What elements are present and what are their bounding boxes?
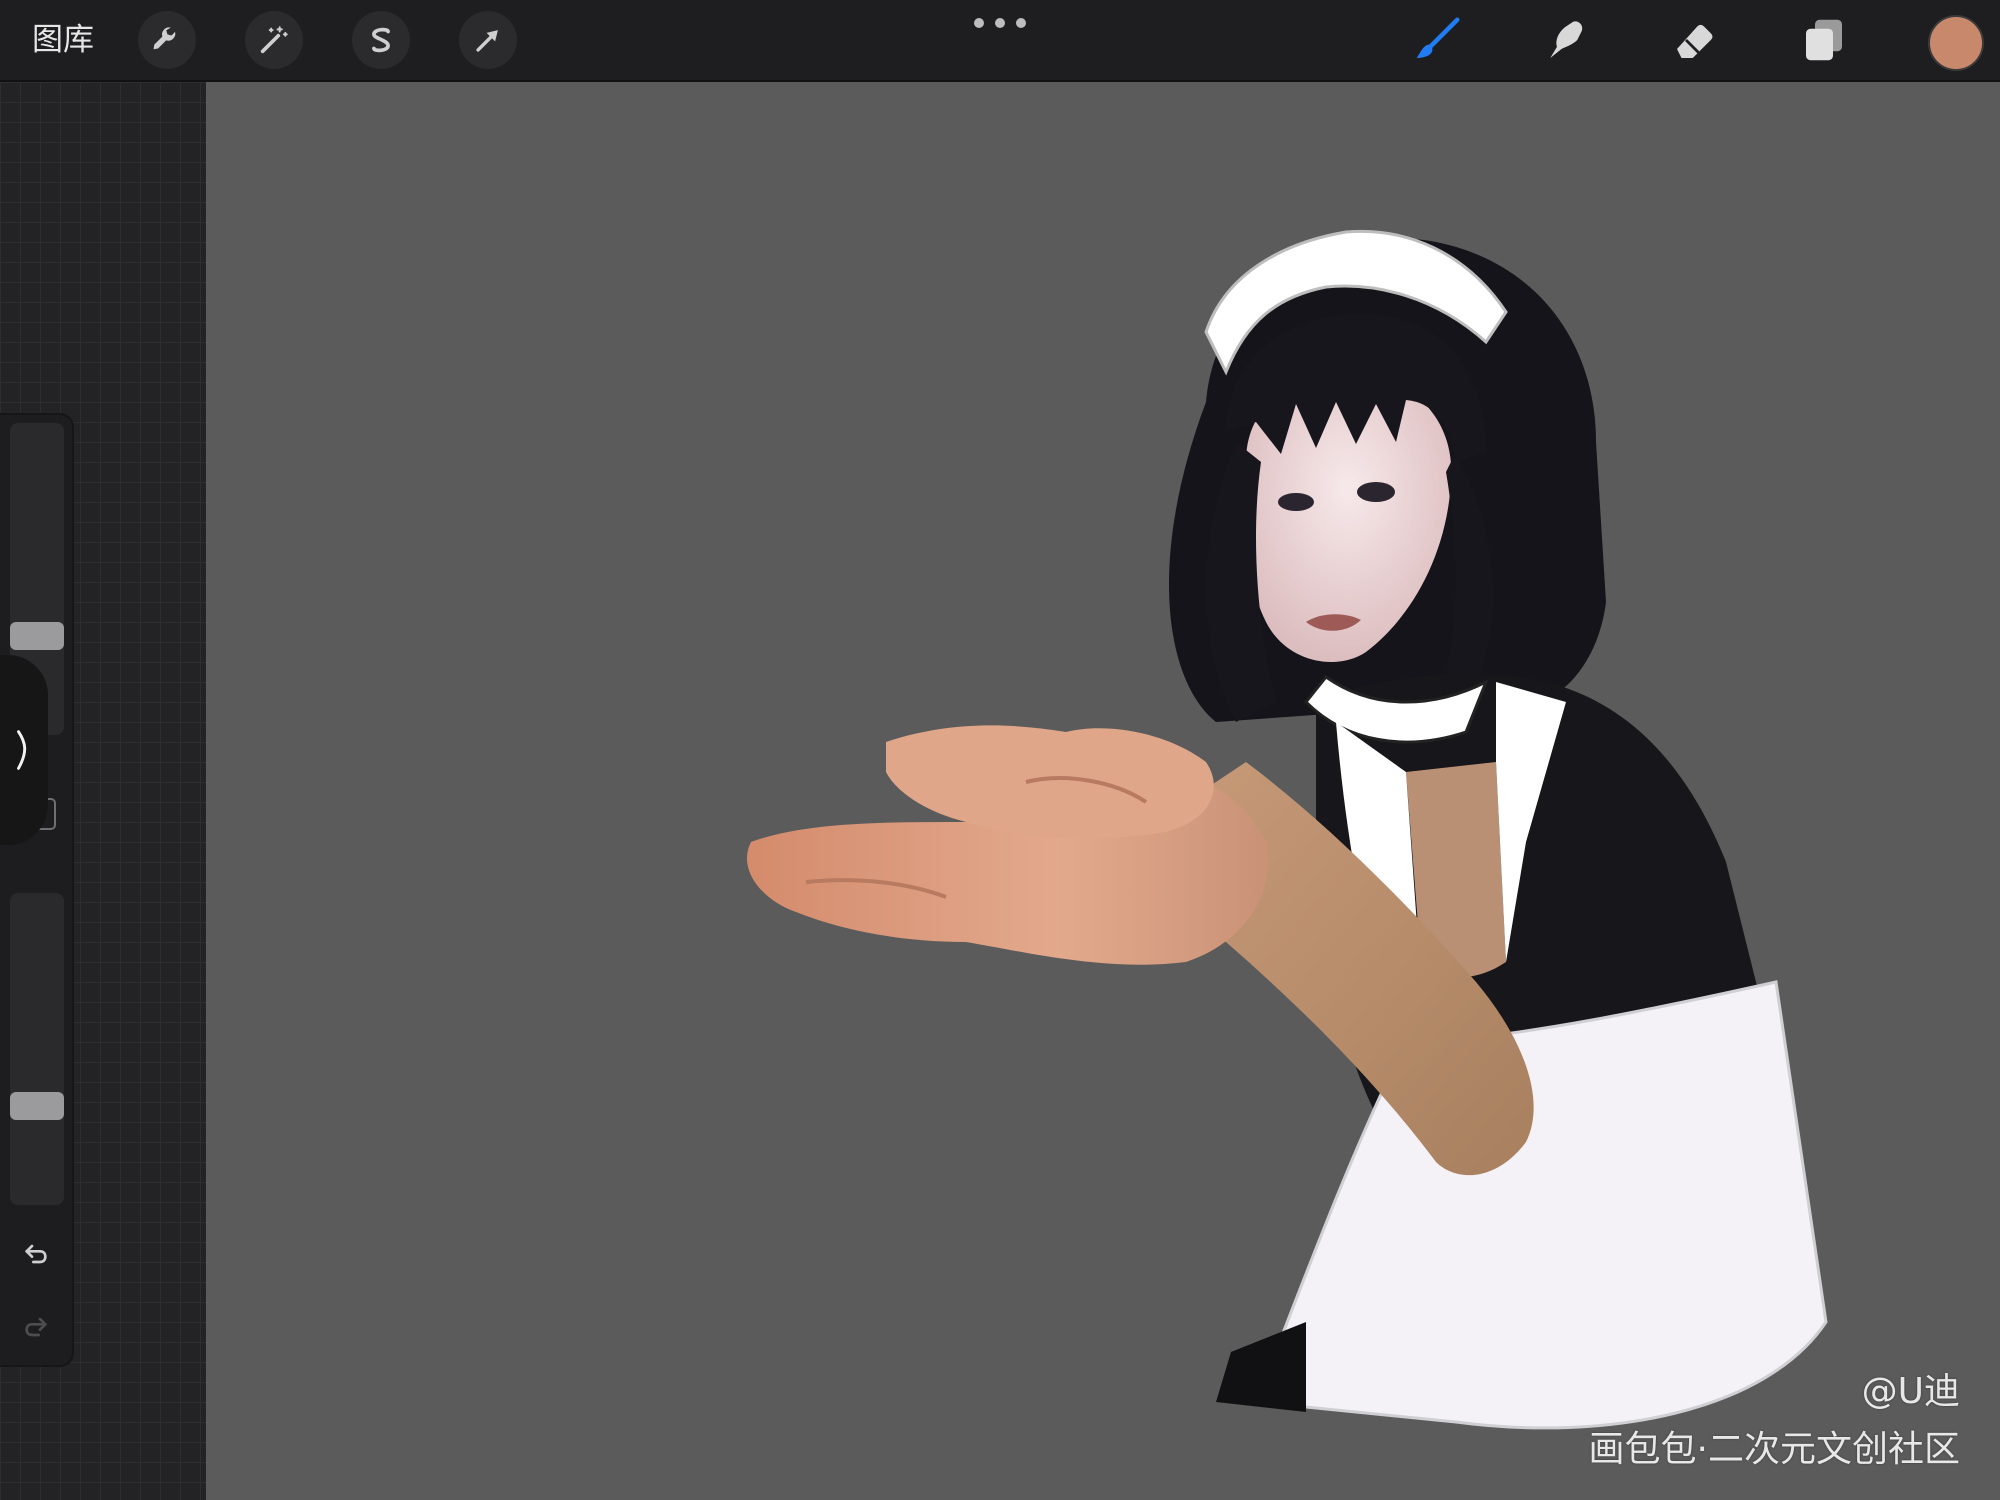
more-options-button[interactable] [974,10,1026,36]
layers-icon [1806,19,1842,61]
opacity-slider[interactable] [10,893,64,1205]
top-toolbar: 图库 [0,0,2000,82]
brush-icon [1416,17,1460,58]
drawing-canvas[interactable]: @U迪 画包包·二次元文创社区 [206,82,2000,1500]
redo-button[interactable] [17,1308,55,1346]
more-dots-icon [974,18,984,28]
actions-button[interactable] [138,11,196,69]
adjustments-button[interactable] [245,11,303,69]
undo-icon [25,1244,47,1264]
sidebar-toggle-button[interactable] [0,655,48,845]
selection-s-icon [372,27,390,53]
gallery-button[interactable]: 图库 [32,18,94,62]
smudge-tool-button[interactable] [1536,10,1596,70]
smudge-finger-icon [1550,21,1583,58]
transform-button[interactable] [459,11,517,69]
watermark-source: 画包包·二次元文创社区 [1588,1429,1960,1470]
wrench-icon [153,27,176,50]
eraser-tool-button[interactable] [1665,10,1725,70]
redo-icon [25,1317,47,1337]
brush-tool-button[interactable] [1407,10,1467,70]
layers-button[interactable] [1794,10,1854,70]
chevron-right-icon [17,730,27,770]
left-sidebar [0,415,72,1365]
artwork-illustration [747,229,1828,1430]
eraser-icon [1677,24,1713,58]
arrow-cursor-icon [476,30,498,52]
watermark-author: @U迪 [1861,1371,1960,1412]
selection-button[interactable] [352,11,410,69]
magic-wand-icon [260,26,288,54]
procreate-app: 图库 @U迪 画包包·二次元文创社区 [0,0,2000,1500]
opacity-thumb[interactable] [10,1092,64,1120]
color-picker-button[interactable] [1928,15,1984,71]
brush-size-thumb[interactable] [10,622,64,650]
undo-button[interactable] [17,1235,55,1273]
